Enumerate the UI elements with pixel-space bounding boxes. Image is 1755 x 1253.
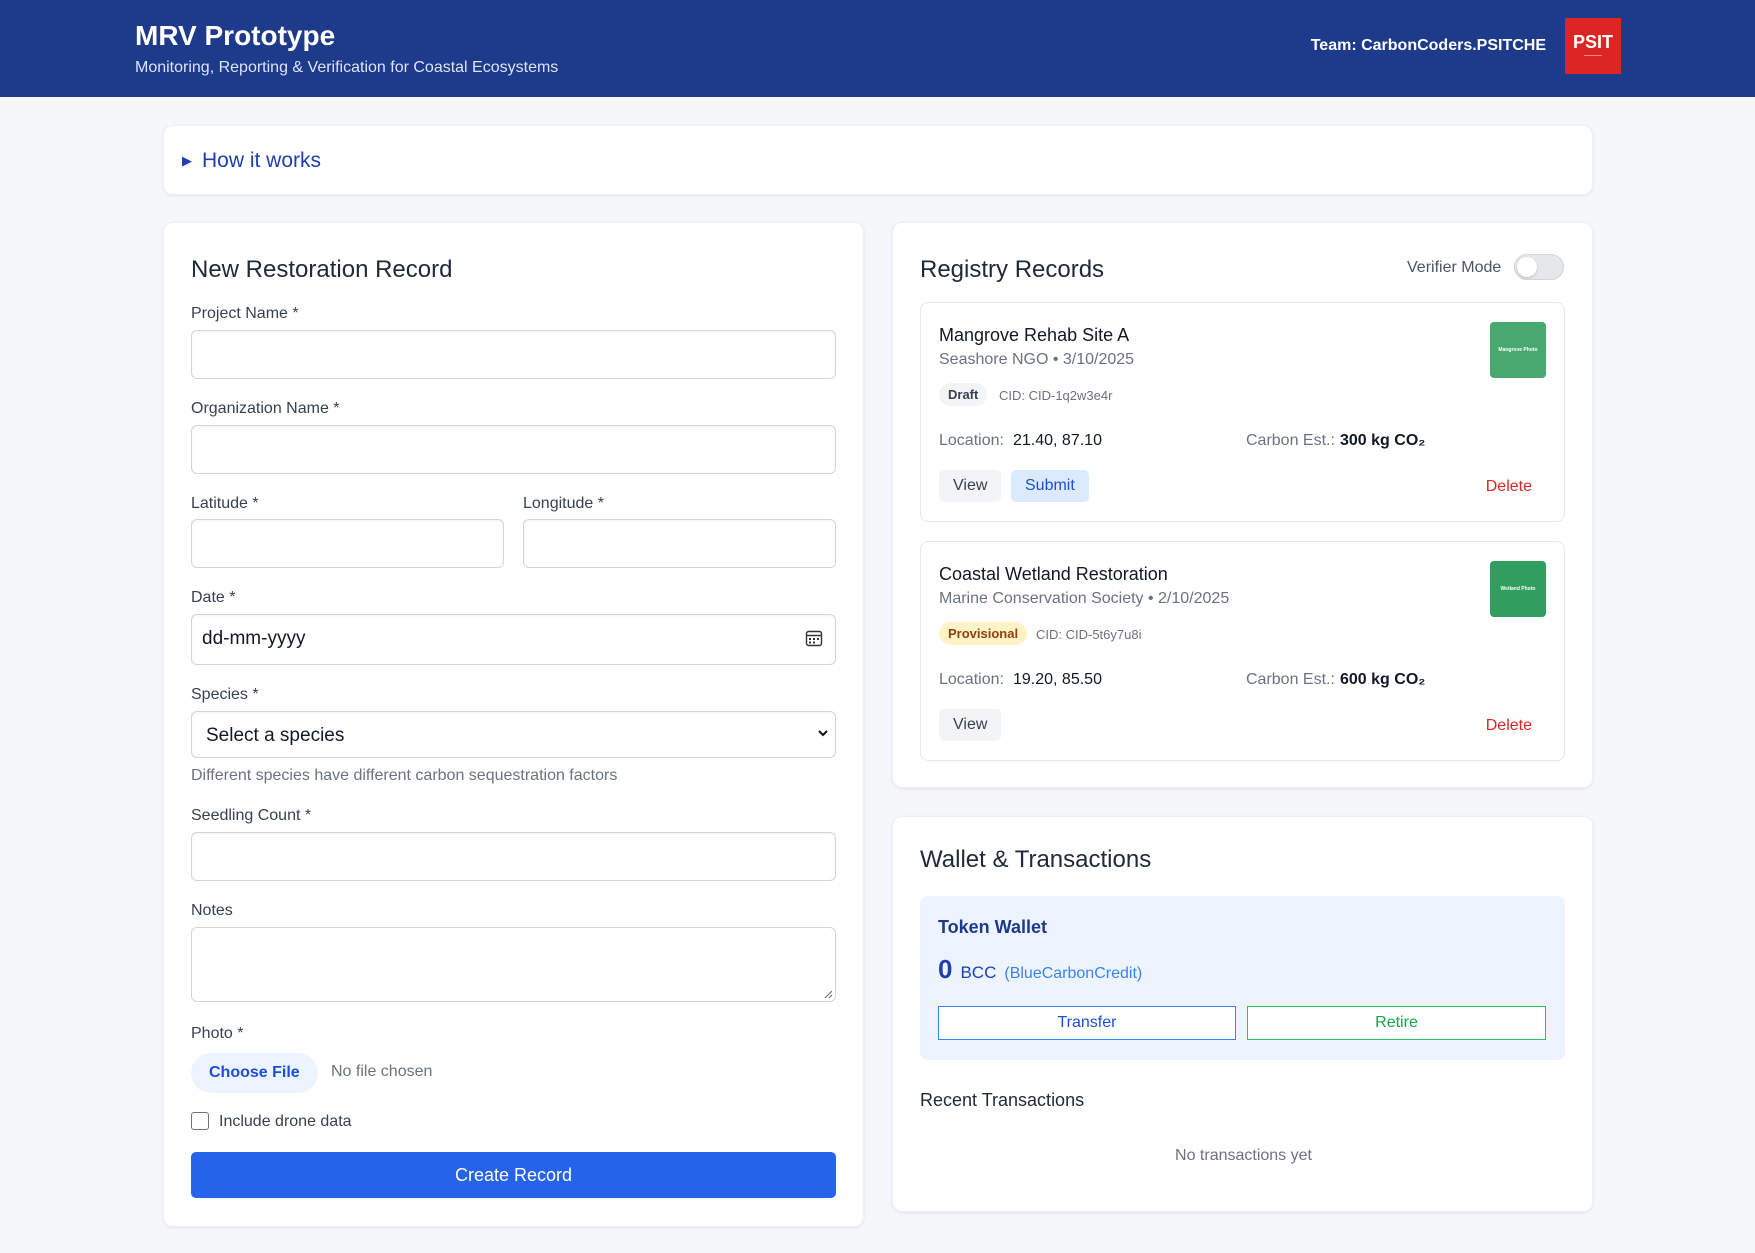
view-button[interactable]: View (939, 470, 1002, 502)
balance-value: 0 (938, 954, 953, 984)
longitude-input[interactable] (523, 519, 836, 568)
app-header: MRV Prototype Monitoring, Reporting & Ve… (0, 0, 1755, 97)
token-wallet-label: Token Wallet (938, 917, 1048, 937)
drone-data-label: Include drone data (219, 1113, 352, 1130)
seedling-label: Seedling Count * (191, 807, 312, 824)
project-name-input[interactable] (191, 330, 836, 379)
token-wallet-box: Token Wallet 0 BCC (BlueCarbonCredit) Tr… (920, 896, 1565, 1060)
verifier-mode-label: Verifier Mode (1407, 259, 1502, 276)
recent-transactions-title: Recent Transactions (920, 1090, 1085, 1110)
wallet-balance: 0 BCC (BlueCarbonCredit) (938, 954, 1142, 985)
longitude-label: Longitude * (523, 495, 604, 512)
date-placeholder: dd-mm-yyyy (202, 628, 306, 649)
record-meta: Seashore NGO • 3/10/2025 (939, 351, 1135, 368)
record-name: Mangrove Rehab Site A (939, 325, 1130, 345)
date-input[interactable]: dd-mm-yyyy (191, 614, 836, 665)
record-photo-thumbnail[interactable]: Wetland Photo (1490, 561, 1546, 617)
record-meta: Marine Conservation Society • 2/10/2025 (939, 590, 1230, 607)
calendar-icon[interactable] (805, 629, 823, 647)
how-it-works-label: How it works (202, 149, 322, 172)
carbon-est-label: Carbon Est.: (1246, 432, 1335, 449)
species-select[interactable]: Select a species (191, 711, 836, 758)
retire-button[interactable]: Retire (1247, 1006, 1546, 1040)
app-title: MRV Prototype (135, 20, 336, 51)
record-card: Coastal Wetland Restoration Marine Conse… (920, 541, 1565, 761)
wallet-title: Wallet & Transactions (920, 846, 1152, 873)
record-cid: CID: CID-1q2w3e4r (999, 388, 1113, 403)
location-value: 19.20, 85.50 (1013, 671, 1102, 688)
new-record-form: New Restoration Record Project Name * Or… (163, 222, 864, 1227)
carbon-est-label: Carbon Est.: (1246, 671, 1335, 688)
delete-button[interactable]: Delete (1486, 717, 1532, 735)
view-button[interactable]: View (939, 709, 1002, 741)
location-label: Location: (939, 671, 1004, 688)
photo-label: Photo * (191, 1025, 244, 1042)
toggle-knob (1517, 257, 1537, 277)
chevron-down-icon (817, 727, 829, 742)
latitude-input[interactable] (191, 519, 504, 568)
species-selected: Select a species (206, 725, 345, 746)
species-help: Different species have different carbon … (191, 767, 618, 784)
form-title: New Restoration Record (191, 256, 453, 283)
drone-data-checkbox[interactable] (191, 1112, 209, 1130)
record-photo-thumbnail[interactable]: Mangrove Photo (1490, 322, 1546, 378)
record-card: Mangrove Rehab Site A Seashore NGO • 3/1… (920, 302, 1565, 522)
no-file-text: No file chosen (331, 1063, 433, 1080)
app-subtitle: Monitoring, Reporting & Verification for… (135, 59, 559, 76)
status-badge: Draft (939, 383, 988, 406)
project-name-label: Project Name * (191, 305, 299, 322)
choose-file-button[interactable]: Choose File (191, 1053, 318, 1093)
species-label: Species * (191, 686, 259, 703)
team-name: Team: CarbonCoders.PSITCHE (1310, 37, 1546, 54)
location-value: 21.40, 87.10 (1013, 432, 1102, 449)
organization-label: Organization Name * (191, 400, 340, 417)
resize-grip-icon[interactable] (823, 989, 833, 999)
notes-label: Notes (191, 902, 233, 919)
registry-title: Registry Records (920, 256, 1105, 283)
organization-input[interactable] (191, 425, 836, 474)
registry-records-panel: Registry Records Verifier Mode Mangrove … (892, 222, 1593, 788)
transfer-button[interactable]: Transfer (938, 1006, 1236, 1040)
verifier-mode-toggle[interactable] (1514, 254, 1564, 280)
status-badge: Provisional (939, 622, 1028, 645)
how-it-works-panel: ▶ How it works (163, 125, 1593, 195)
record-name: Coastal Wetland Restoration (939, 564, 1168, 584)
wallet-panel: Wallet & Transactions Token Wallet 0 BCC… (892, 816, 1593, 1212)
carbon-est-value: 600 kg CO₂ (1340, 671, 1426, 688)
carbon-est-value: 300 kg CO₂ (1340, 432, 1426, 449)
date-label: Date * (191, 589, 236, 606)
seedling-input[interactable] (191, 832, 836, 881)
psit-logo: PSIT ——— (1565, 18, 1621, 74)
empty-transactions-text: No transactions yet (1175, 1147, 1312, 1164)
latitude-label: Latitude * (191, 495, 259, 512)
notes-textarea[interactable] (191, 927, 836, 1002)
balance-unit-desc: (BlueCarbonCredit) (1004, 965, 1143, 982)
how-it-works-toggle[interactable]: ▶ How it works (182, 149, 321, 173)
record-cid: CID: CID-5t6y7u8i (1036, 627, 1142, 642)
delete-button[interactable]: Delete (1486, 478, 1532, 496)
balance-unit: BCC (960, 963, 997, 982)
triangle-right-icon: ▶ (182, 153, 192, 168)
location-label: Location: (939, 432, 1004, 449)
submit-button[interactable]: Submit (1011, 470, 1089, 502)
create-record-button[interactable]: Create Record (191, 1152, 836, 1198)
